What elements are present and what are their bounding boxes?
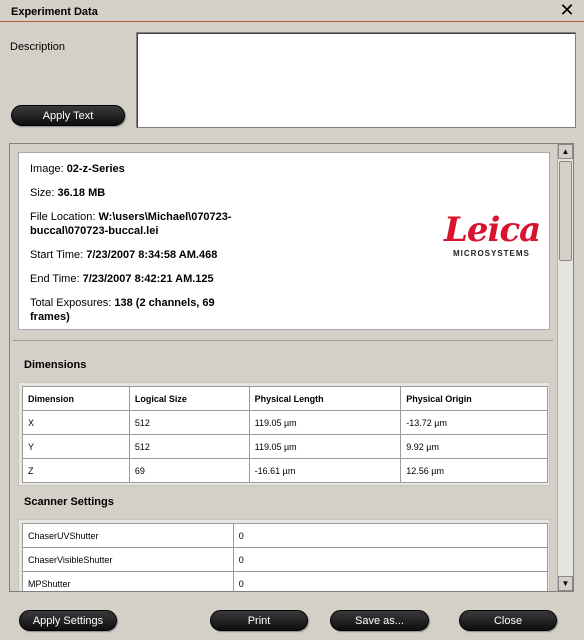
start-time-row: Start Time: 7/23/2007 8:34:58 AM.468 (30, 249, 218, 261)
vertical-scrollbar[interactable]: ▲ ▼ (557, 144, 573, 591)
dimensions-title: Dimensions (24, 359, 87, 371)
table-cell: Z (22, 458, 130, 483)
save-as-button[interactable]: Save as... (330, 610, 429, 631)
end-time-row: End Time: 7/23/2007 8:42:21 AM.125 (30, 273, 214, 285)
image-row: Image: 02-z-Series (30, 163, 125, 175)
leica-logo: Leica MICROSYSTEMS (444, 213, 544, 258)
table-cell: MPShutter (22, 571, 234, 591)
logo-subtitle: MICROSYSTEMS (453, 249, 530, 258)
close-icon[interactable]: ✕ (558, 1, 576, 19)
scrollbar-thumb[interactable] (559, 161, 572, 261)
file-location-row: File Location: W:\users\Michael\070723- b… (30, 211, 232, 237)
column-header: Logical Size (128, 386, 250, 411)
total-exposures-row: Total Exposures: 138 (2 channels, 69 fram… (30, 297, 215, 323)
divider (13, 340, 553, 341)
table-header-row: Dimension Logical Size Physical Length P… (22, 386, 548, 411)
table-row: X 512 119.05 µm -13.72 µm (22, 410, 548, 435)
table-cell: 512 (128, 410, 250, 435)
table-row: MPShutter 0 (22, 571, 549, 591)
scroll-down-icon[interactable]: ▼ (558, 576, 573, 591)
table-row: Z 69 -16.61 µm 12.56 µm (22, 458, 548, 483)
table-row: Y 512 119.05 µm 9.92 µm (22, 434, 548, 459)
table-cell: X (22, 410, 130, 435)
table-cell: 512 (128, 434, 250, 459)
scanner-settings-table: ChaserUVShutter 0 ChaserVisibleShutter 0… (22, 523, 549, 591)
table-cell: 9.92 µm (400, 434, 548, 459)
title-bar: Experiment Data ✕ (0, 0, 584, 22)
window-title: Experiment Data (11, 6, 98, 18)
column-header: Physical Origin (400, 386, 548, 411)
table-cell: ChaserVisibleShutter (22, 547, 234, 572)
dimensions-table: Dimension Logical Size Physical Length P… (22, 386, 548, 483)
table-cell: 0 (232, 547, 549, 572)
description-label: Description (10, 41, 66, 53)
table-cell: 0 (232, 523, 549, 548)
apply-text-button[interactable]: Apply Text (11, 105, 125, 126)
table-cell: 69 (128, 458, 250, 483)
table-row: ChaserVisibleShutter 0 (22, 547, 549, 572)
table-cell: Y (22, 434, 130, 459)
description-textarea[interactable] (136, 32, 576, 128)
scroll-up-icon[interactable]: ▲ (558, 144, 573, 159)
logo-brand: Leica (444, 210, 541, 250)
size-row: Size: 36.18 MB (30, 187, 106, 199)
table-cell: ChaserUVShutter (22, 523, 234, 548)
table-cell: 0 (232, 571, 549, 591)
scroll-content: Image: 02-z-Series Size: 36.18 MB File L… (10, 144, 557, 591)
table-cell: 12.56 µm (400, 458, 548, 483)
image-info-panel: Image: 02-z-Series Size: 36.18 MB File L… (18, 152, 550, 330)
table-cell: 119.05 µm (248, 434, 402, 459)
table-cell: -16.61 µm (248, 458, 402, 483)
print-button[interactable]: Print (210, 610, 308, 631)
scanner-settings-title: Scanner Settings (24, 496, 114, 508)
experiment-details-scroll-area[interactable]: Image: 02-z-Series Size: 36.18 MB File L… (9, 143, 574, 592)
table-cell: -13.72 µm (400, 410, 548, 435)
close-button[interactable]: Close (459, 610, 557, 631)
table-row: ChaserUVShutter 0 (22, 523, 549, 548)
column-header: Dimension (22, 386, 130, 411)
table-cell: 119.05 µm (248, 410, 402, 435)
apply-settings-button[interactable]: Apply Settings (19, 610, 117, 631)
column-header: Physical Length (248, 386, 402, 411)
